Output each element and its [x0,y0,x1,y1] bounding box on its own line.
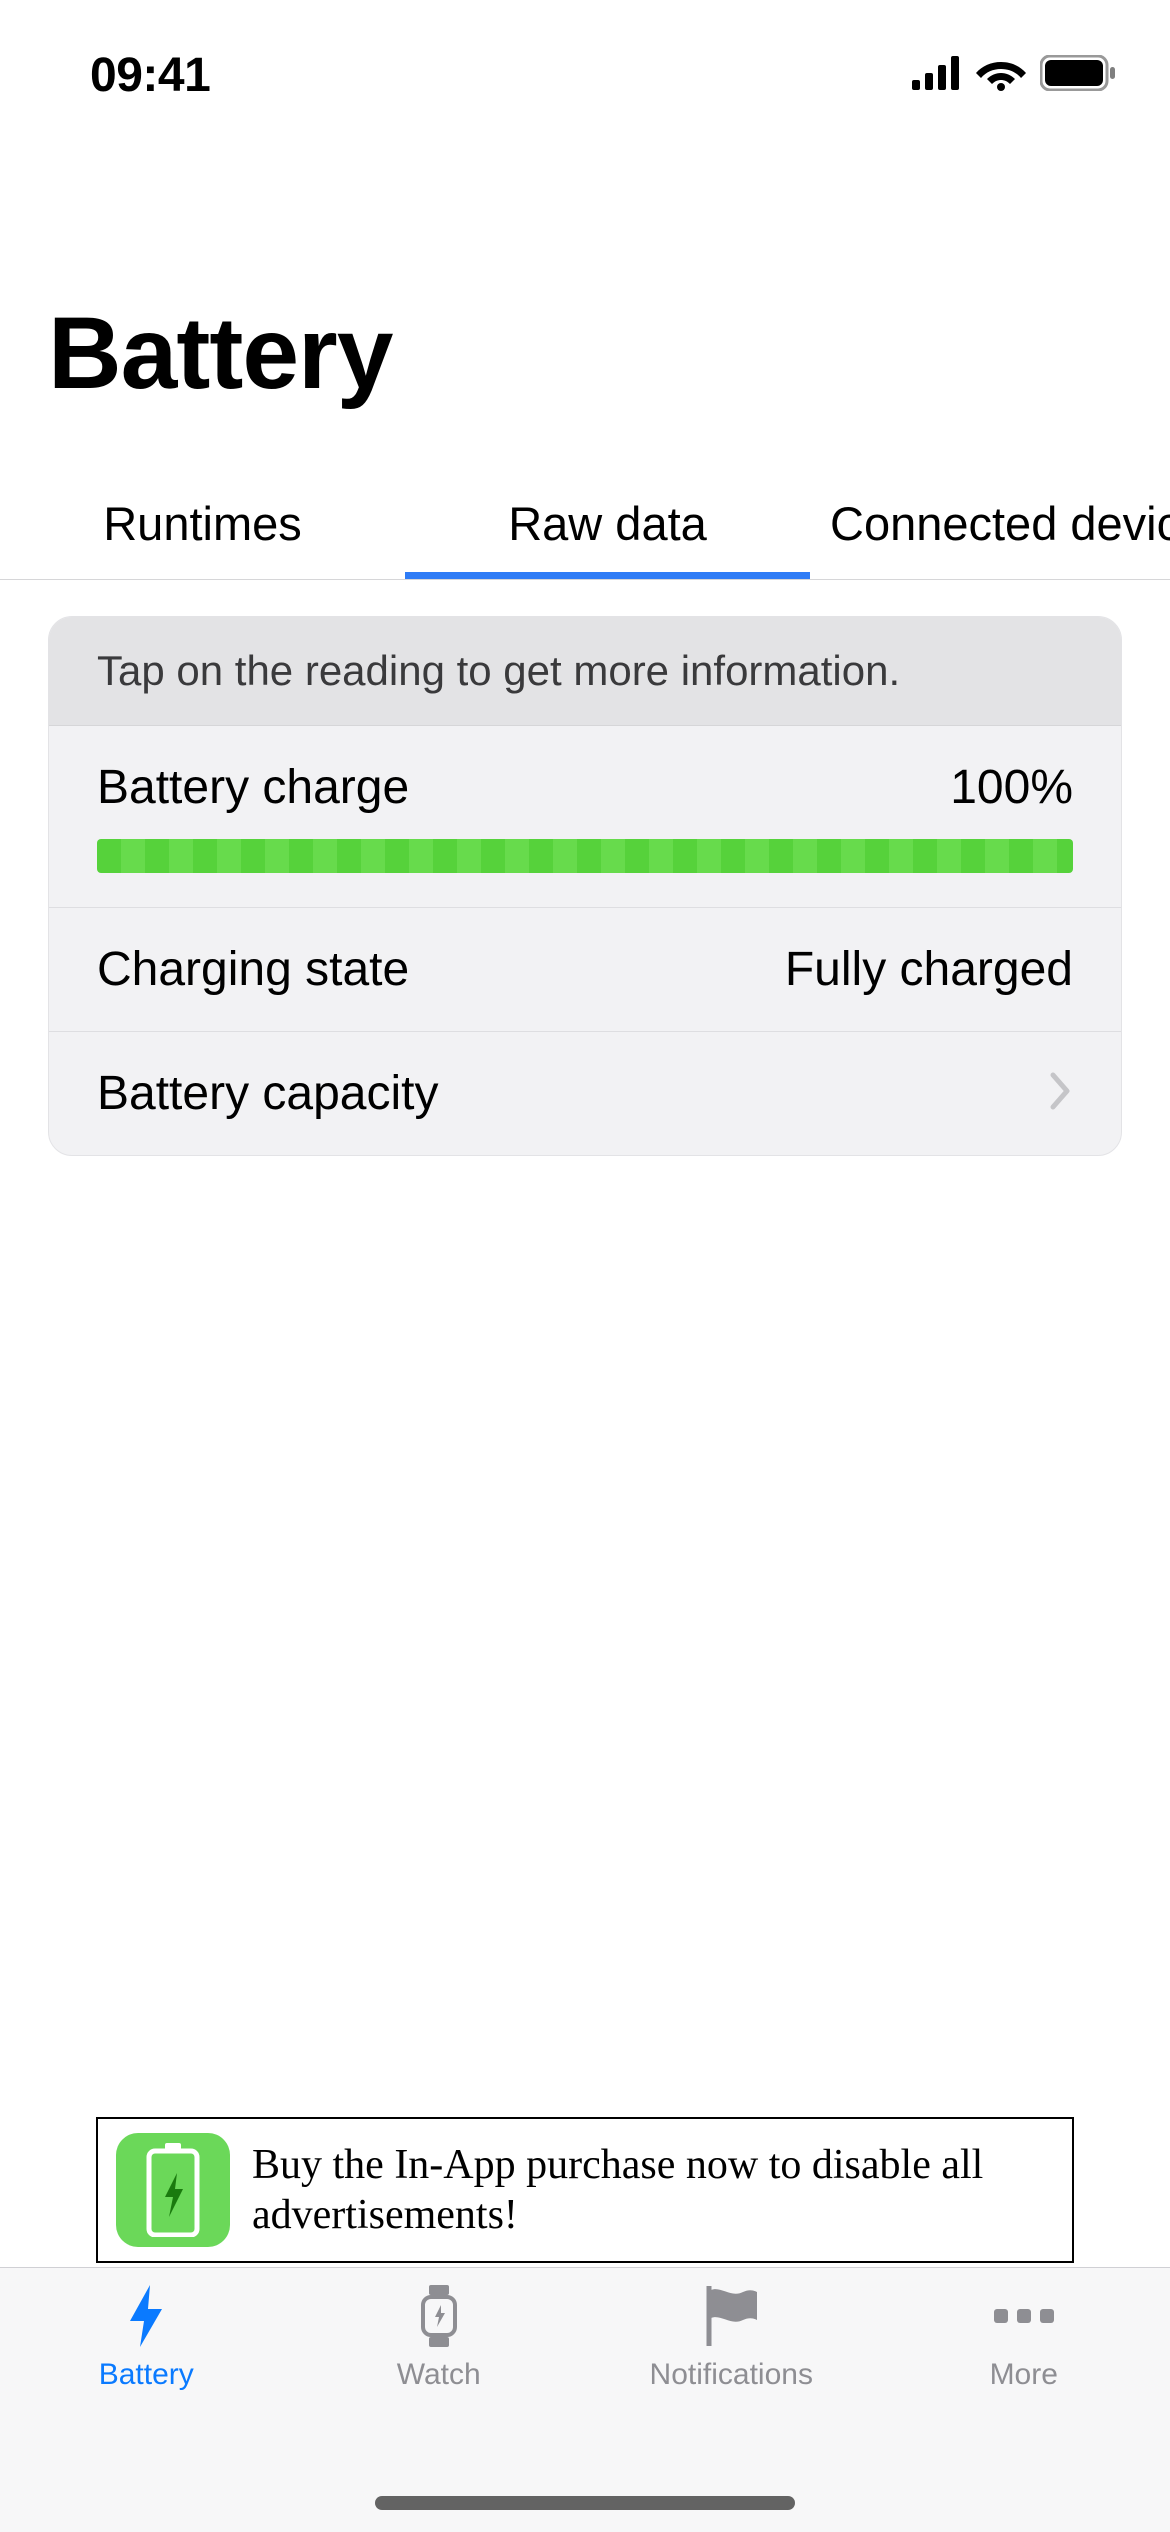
bottom-tab-bar: Battery Watch Notifications More [0,2267,1170,2532]
hint-text: Tap on the reading to get more informati… [49,617,1121,726]
wifi-icon [976,55,1026,96]
tab-label: Runtimes [103,497,302,550]
battery-icon [1040,55,1116,96]
readings-card: Tap on the reading to get more informati… [48,616,1122,1156]
tabbar-label: Notifications [650,2358,813,2392]
content-area: Tap on the reading to get more informati… [0,580,1170,1156]
tabbar-item-more[interactable]: More [878,2286,1170,2532]
chevron-right-icon [1049,1071,1073,1116]
tab-runtimes[interactable]: Runtimes [0,472,405,579]
tab-raw-data[interactable]: Raw data [405,472,810,579]
row-value: 100% [950,760,1073,815]
status-icons [912,55,1116,96]
row-value: Fully charged [785,942,1073,997]
tabbar-label: Battery [99,2358,194,2392]
battery-app-icon [116,2133,230,2247]
ad-text: Buy the In-App purchase now to disable a… [252,2140,1054,2241]
row-label: Battery capacity [97,1066,438,1121]
tab-label: Raw data [508,497,707,550]
row-battery-capacity[interactable]: Battery capacity [49,1032,1121,1155]
row-battery-charge[interactable]: Battery charge 100% [49,726,1121,908]
page-title: Battery [48,295,1122,412]
tab-connected-device[interactable]: Connected device [810,472,1170,579]
flag-icon [703,2286,759,2346]
status-time: 09:41 [90,48,210,103]
page-header: Battery [0,135,1170,412]
cellular-icon [912,56,962,95]
watch-icon [417,2286,461,2346]
segment-tabs: Runtimes Raw data Connected device [0,472,1170,580]
ad-banner[interactable]: Buy the In-App purchase now to disable a… [96,2117,1074,2263]
tab-label: Connected device [830,497,1170,550]
more-icon [994,2286,1054,2346]
row-label: Battery charge [97,760,409,815]
row-label: Charging state [97,942,409,997]
tabbar-label: More [990,2358,1058,2392]
home-indicator[interactable] [375,2496,795,2510]
tabbar-item-battery[interactable]: Battery [0,2286,293,2532]
row-charging-state[interactable]: Charging state Fully charged [49,908,1121,1032]
battery-charge-progress [97,839,1073,873]
tabbar-label: Watch [397,2358,481,2392]
status-bar: 09:41 [0,15,1170,135]
bolt-icon [126,2286,166,2346]
